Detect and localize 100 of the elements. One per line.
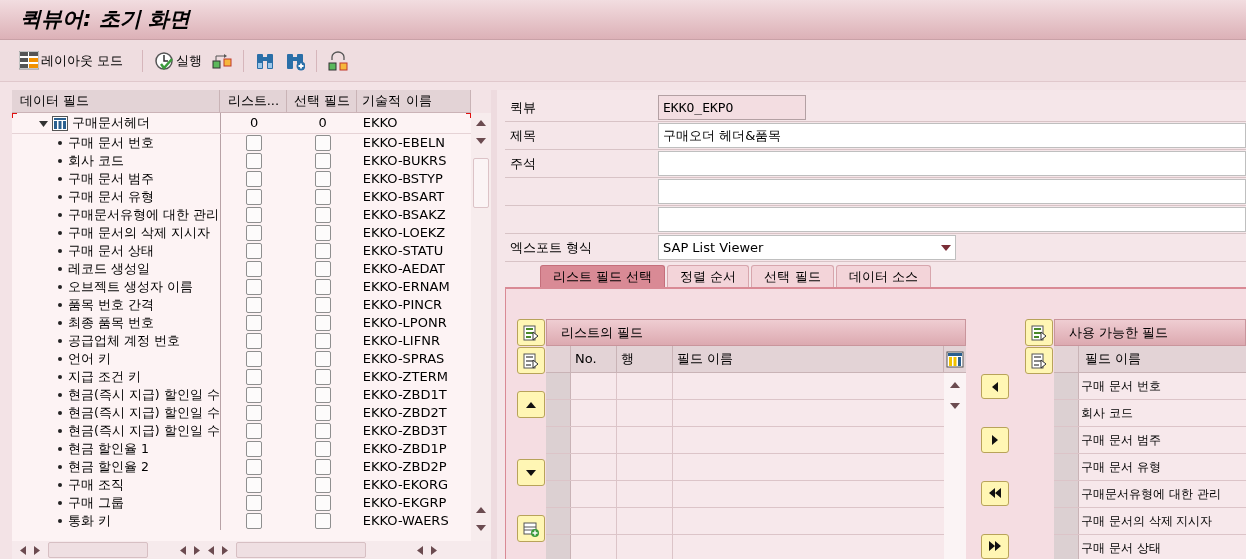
checkbox[interactable] (246, 261, 263, 277)
checkbox[interactable] (246, 351, 263, 367)
table-cell[interactable] (673, 535, 944, 559)
checkbox[interactable] (246, 441, 263, 457)
column-header[interactable]: No. (571, 346, 617, 372)
scroll-up-icon[interactable] (476, 120, 487, 126)
column-header[interactable]: 리스트... (220, 90, 288, 112)
caret-icon[interactable] (39, 118, 48, 128)
remove-field-button[interactable] (981, 427, 1009, 453)
scroll-down-icon[interactable] (950, 403, 960, 409)
scroll-down-icon[interactable] (476, 525, 487, 531)
table-cell[interactable] (673, 427, 944, 453)
text-field[interactable] (658, 179, 1246, 204)
checkbox[interactable] (314, 243, 331, 259)
checkbox[interactable] (314, 513, 331, 529)
table-cell[interactable] (571, 400, 617, 426)
tree-node-label[interactable]: 구매 문서 번호 (68, 134, 154, 152)
checkbox[interactable] (314, 441, 331, 457)
checkbox[interactable] (246, 279, 263, 295)
tab[interactable]: 선택 필드 (751, 265, 834, 287)
deselect-all-button[interactable] (517, 347, 545, 374)
tree-node-label[interactable]: 구매 문서 유형 (68, 188, 154, 206)
table-cell[interactable] (673, 454, 944, 480)
column-header[interactable]: 행 (617, 346, 673, 372)
tree-node-label[interactable]: 오브젝트 생성자 이름 (68, 278, 193, 296)
checkbox[interactable] (314, 495, 331, 511)
scroll-thumb[interactable] (48, 542, 148, 558)
add-field-button[interactable] (981, 374, 1009, 400)
checkbox[interactable] (246, 225, 263, 241)
table-cell[interactable] (571, 508, 617, 534)
checkbox[interactable] (314, 297, 331, 313)
execute-button[interactable]: 실행 (153, 46, 204, 75)
scroll-right-icon[interactable] (222, 545, 228, 555)
checkbox[interactable] (246, 513, 263, 529)
checkbox[interactable] (246, 297, 263, 313)
tree-node-label[interactable]: 구매문서헤더 (72, 113, 150, 133)
checkbox[interactable] (246, 423, 263, 439)
scroll-left-icon[interactable] (20, 545, 26, 555)
scroll-right-icon[interactable] (194, 545, 200, 555)
checkbox[interactable] (314, 333, 331, 349)
select-all-button[interactable] (1025, 319, 1053, 346)
tree-node-label[interactable]: 통화 키 (68, 512, 111, 530)
checkbox[interactable] (314, 459, 331, 475)
tree-node-label[interactable]: 언어 키 (68, 350, 111, 368)
checkbox[interactable] (314, 189, 331, 205)
tree-node-label[interactable]: 현금 할인율 2 (68, 458, 149, 476)
table-cell[interactable] (571, 373, 617, 399)
checkbox[interactable] (246, 189, 263, 205)
add-all-button[interactable] (981, 480, 1009, 506)
table-cell[interactable] (673, 400, 944, 426)
tree-node-label[interactable]: 구매문서유형에 대한 관리 (68, 206, 219, 224)
checkbox[interactable] (314, 153, 331, 169)
checkbox[interactable] (314, 405, 331, 421)
column-header[interactable]: 선택 필드 (287, 90, 358, 112)
checkbox[interactable] (246, 315, 263, 331)
checkbox[interactable] (314, 261, 331, 277)
checkbox[interactable] (314, 171, 331, 187)
checkbox[interactable] (246, 387, 263, 403)
table-cell[interactable] (617, 454, 673, 480)
tree-node-label[interactable]: 구매 그룹 (68, 494, 124, 512)
table-cell[interactable] (673, 508, 944, 534)
layout-button[interactable]: 레이아웃 모드 (18, 46, 125, 75)
tab[interactable]: 정렬 순서 (667, 265, 750, 287)
checkbox[interactable] (246, 243, 263, 259)
table-cell[interactable] (571, 427, 617, 453)
tab[interactable]: 리스트 필드 선택 (540, 265, 666, 287)
checkbox[interactable] (314, 315, 331, 331)
tab[interactable]: 데이터 소스 (835, 265, 931, 287)
checkbox[interactable] (314, 369, 331, 385)
add-row-button[interactable] (517, 515, 545, 542)
table-cell[interactable] (673, 373, 944, 399)
scroll-down-icon[interactable] (476, 138, 487, 144)
scroll-thumb[interactable] (473, 158, 490, 208)
checkbox[interactable] (246, 369, 263, 385)
table-cell[interactable] (673, 481, 944, 507)
checkbox[interactable] (314, 207, 331, 223)
checkbox[interactable] (314, 225, 331, 241)
tree-node-label[interactable]: 구매 문서 상태 (68, 242, 154, 260)
checkbox[interactable] (314, 423, 331, 439)
tree-node-label[interactable]: 구매 문서 범주 (68, 170, 154, 188)
scrollbar[interactable] (471, 113, 491, 541)
tree-node-label[interactable]: 회사 코드 (68, 152, 124, 170)
scrollbar[interactable] (944, 373, 966, 559)
scroll-right-icon[interactable] (34, 545, 40, 555)
table-cell[interactable] (571, 454, 617, 480)
tree-node-label[interactable]: 구매 조직 (68, 476, 124, 494)
table-cell[interactable] (617, 400, 673, 426)
checkbox[interactable] (246, 459, 263, 475)
move-down-button[interactable] (517, 459, 545, 486)
table-cell[interactable] (617, 427, 673, 453)
move-up-button[interactable] (517, 391, 545, 418)
scroll-up-icon[interactable] (950, 382, 960, 388)
checkbox[interactable] (314, 135, 331, 151)
tree-node-label[interactable]: 최종 품목 번호 (68, 314, 154, 332)
select-all-button[interactable] (517, 319, 545, 346)
scroll-left-icon[interactable] (417, 545, 423, 555)
tree-node-label[interactable]: 레코드 생성일 (68, 260, 150, 278)
tree-node-label[interactable]: 현금(즉시 지급) 할인일 수 (68, 404, 220, 422)
table-cell[interactable] (571, 481, 617, 507)
table-cell[interactable] (617, 535, 673, 559)
